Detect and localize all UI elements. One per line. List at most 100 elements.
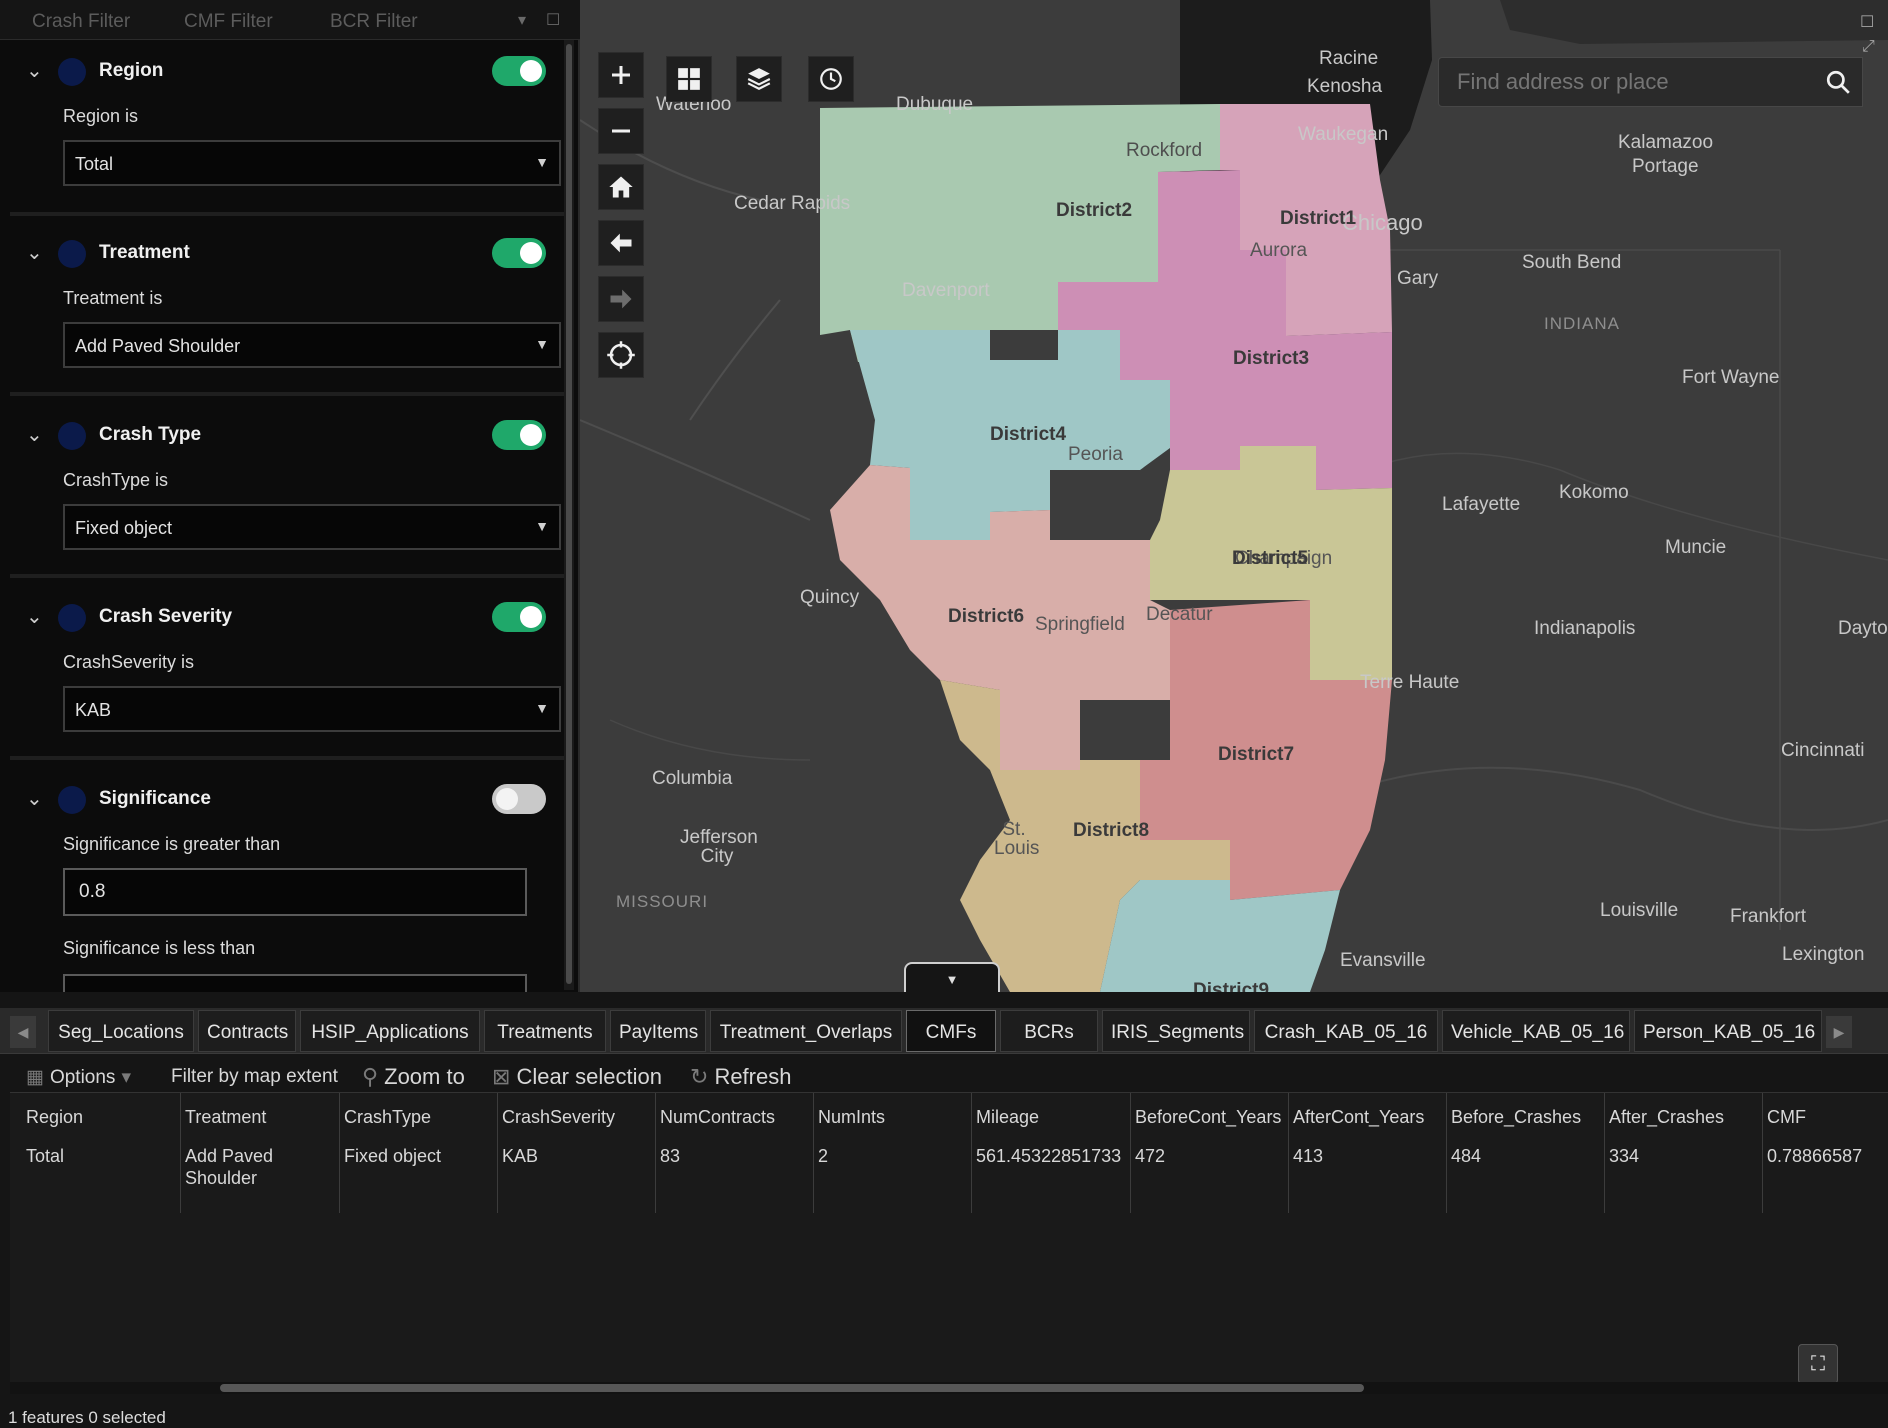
filter-toggle[interactable]	[492, 784, 546, 814]
filter-label: CrashType is	[63, 470, 169, 490]
column-header[interactable]: Treatment	[185, 1107, 335, 1128]
options-menu[interactable]: ▦ Options ▾	[26, 1066, 137, 1089]
table-collapse-handle[interactable]: ▼	[904, 962, 1000, 992]
horizontal-scrollbar[interactable]	[220, 1384, 1364, 1392]
column-divider[interactable]	[1288, 1093, 1289, 1213]
filter-color-swatch	[58, 58, 86, 86]
table-cell[interactable]: KAB	[502, 1145, 652, 1167]
next-extent-button[interactable]	[598, 276, 644, 322]
column-divider[interactable]	[180, 1093, 181, 1213]
home-button[interactable]	[598, 164, 644, 210]
zoom-in-button[interactable]	[598, 52, 644, 98]
table-cell[interactable]: 83	[660, 1145, 810, 1167]
table-cell[interactable]: 334	[1609, 1145, 1759, 1167]
table-cell[interactable]: 484	[1451, 1145, 1601, 1167]
column-divider[interactable]	[971, 1093, 972, 1213]
locate-button[interactable]	[598, 332, 644, 378]
region-select[interactable]: Total ▼	[63, 140, 561, 186]
tab-cmfs[interactable]: CMFs	[906, 1010, 996, 1052]
column-divider[interactable]	[1604, 1093, 1605, 1213]
layer-list-button[interactable]	[736, 56, 782, 102]
dropdown-caret-icon: ▼	[535, 518, 549, 534]
column-header[interactable]: CrashSeverity	[502, 1107, 652, 1128]
table-cell[interactable]: 413	[1293, 1145, 1443, 1167]
column-divider[interactable]	[655, 1093, 656, 1213]
column-header[interactable]: NumInts	[818, 1107, 968, 1128]
crash-severity-select[interactable]: KAB ▼	[63, 686, 561, 732]
crash-type-select[interactable]: Fixed object ▼	[63, 504, 561, 550]
collapse-chevron-icon[interactable]: ⌄	[26, 604, 43, 629]
column-divider[interactable]	[1130, 1093, 1131, 1213]
city-label: Racine	[1319, 48, 1379, 69]
previous-extent-button[interactable]	[598, 220, 644, 266]
table-cell[interactable]: 0.78866587	[1767, 1145, 1887, 1167]
filter-by-extent-button[interactable]: Filter by map extent	[171, 1066, 338, 1088]
panel-maximize-icon[interactable]: ☐	[546, 10, 560, 30]
column-divider[interactable]	[1446, 1093, 1447, 1213]
filter-toggle[interactable]	[492, 238, 546, 268]
collapse-chevron-icon[interactable]: ⌄	[26, 240, 43, 265]
significance-less-input[interactable]	[63, 974, 527, 992]
column-header[interactable]: NumContracts	[660, 1107, 810, 1128]
collapse-chevron-icon[interactable]: ⌄	[26, 422, 43, 447]
tab-iris-segments[interactable]: IRIS_Segments	[1102, 1010, 1250, 1052]
tab-bcr-filter[interactable]: BCR Filter	[330, 11, 418, 33]
map-maximize-icon[interactable]: ☐	[1860, 12, 1874, 32]
column-header[interactable]: BeforeCont_Years	[1135, 1107, 1285, 1128]
zoom-to-button[interactable]: ⚲ Zoom to	[362, 1064, 465, 1090]
search-button[interactable]	[1813, 57, 1863, 107]
table-cell[interactable]: 2	[818, 1145, 968, 1167]
map-expand-icon[interactable]: ⤢	[1862, 38, 1875, 56]
panel-scrollbar[interactable]	[566, 44, 572, 984]
filter-toggle[interactable]	[492, 420, 546, 450]
tab-crash-kab[interactable]: Crash_KAB_05_16	[1254, 1010, 1438, 1052]
tab-scroll-right[interactable]: ▶	[1826, 1016, 1852, 1048]
column-header[interactable]: CMF	[1767, 1107, 1887, 1128]
tab-treatment-overlaps[interactable]: Treatment_Overlaps	[710, 1010, 902, 1052]
tab-vehicle-kab[interactable]: Vehicle_KAB_05_16	[1442, 1010, 1630, 1052]
column-divider[interactable]	[497, 1093, 498, 1213]
column-divider[interactable]	[339, 1093, 340, 1213]
tab-hsip-applications[interactable]: HSIP_Applications	[300, 1010, 480, 1052]
collapse-chevron-icon[interactable]: ⌄	[26, 786, 43, 811]
panel-menu-icon[interactable]: ▾	[518, 10, 526, 30]
search-input[interactable]	[1438, 57, 1820, 107]
tab-seg-locations[interactable]: Seg_Locations	[48, 1010, 194, 1052]
column-header[interactable]: After_Crashes	[1609, 1107, 1759, 1128]
tab-payitems[interactable]: PayItems	[610, 1010, 706, 1052]
tab-scroll-left[interactable]: ◀	[10, 1016, 36, 1048]
treatment-select[interactable]: Add Paved Shoulder ▼	[63, 322, 561, 368]
collapse-chevron-icon[interactable]: ⌄	[26, 58, 43, 83]
tab-person-kab[interactable]: Person_KAB_05_16	[1634, 1010, 1822, 1052]
table-cell[interactable]: Add Paved Shoulder	[185, 1145, 295, 1189]
clear-selection-button[interactable]: ⊠ Clear selection	[492, 1064, 662, 1090]
column-divider[interactable]	[1762, 1093, 1763, 1213]
significance-greater-input[interactable]	[63, 868, 527, 916]
tab-crash-filter[interactable]: Crash Filter	[32, 11, 130, 33]
column-header[interactable]: AfterCont_Years	[1293, 1107, 1443, 1128]
basemap-gallery-button[interactable]	[666, 56, 712, 102]
filter-toggle[interactable]	[492, 602, 546, 632]
tab-cmf-filter[interactable]: CMF Filter	[184, 11, 273, 33]
filter-toggle[interactable]	[492, 56, 546, 86]
tab-contracts[interactable]: Contracts	[198, 1010, 296, 1052]
refresh-button[interactable]: ↻ Refresh	[690, 1064, 791, 1090]
table-cell[interactable]: 472	[1135, 1145, 1285, 1167]
column-header[interactable]: Mileage	[976, 1107, 1126, 1128]
column-header[interactable]: Before_Crashes	[1451, 1107, 1601, 1128]
city-label: Dubuque	[896, 94, 974, 115]
tab-treatments[interactable]: Treatments	[484, 1010, 606, 1052]
table-cell[interactable]: 561.45322851733	[976, 1145, 1128, 1167]
fullscreen-button[interactable]: ⛶	[1798, 1344, 1838, 1384]
map-view[interactable]: Racine Kenosha Waterloo Dubuque Rockford…	[580, 0, 1888, 992]
table-cell[interactable]: Fixed object	[344, 1145, 494, 1167]
column-header[interactable]: CrashType	[344, 1107, 494, 1128]
column-header[interactable]: Region	[26, 1107, 176, 1128]
select-value: Total	[75, 154, 114, 174]
column-divider[interactable]	[813, 1093, 814, 1213]
time-slider-button[interactable]	[808, 56, 854, 102]
tab-bcrs[interactable]: BCRs	[1000, 1010, 1098, 1052]
table-cell[interactable]: Total	[26, 1145, 176, 1167]
zoom-out-button[interactable]	[598, 108, 644, 154]
filter-crash-type: ⌄ Crash Type CrashType is Fixed object ▼	[10, 420, 564, 560]
